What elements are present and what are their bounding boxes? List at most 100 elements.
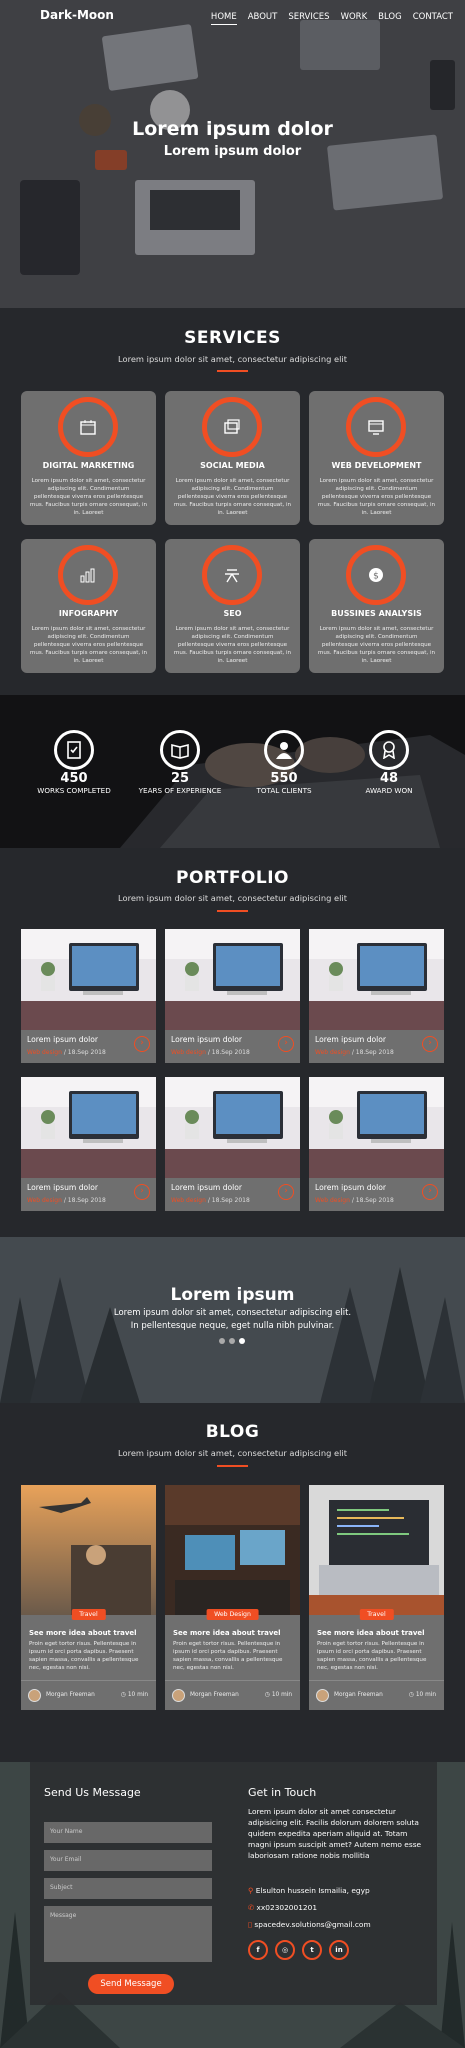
nav-work[interactable]: WORK [341,12,368,25]
blog-excerpt: Proin eget tortor risus. Pellentesque in… [29,1641,139,1671]
nav-services[interactable]: SERVICES [288,12,329,25]
portfolio-category[interactable]: Web design [171,1049,206,1056]
hero-subtitle: Lorem ipsum dolor [163,144,302,159]
main-nav: HOME ABOUT SERVICES WORK BLOG CONTACT [210,12,453,25]
portfolio-item-1[interactable]: Lorem ipsum dolor Web design / 18.Sep 201… [21,929,156,1063]
blog-post-title[interactable]: See more idea about travel [173,1629,281,1637]
read-time: ◷ 10 min [409,1692,436,1698]
service-card-business-analysis[interactable]: $ BUSSINES ANALYSIS Lorem ipsum dolor si… [309,539,444,673]
twitter-icon[interactable]: t [302,1940,322,1960]
blog-footer: Morgan Freeman ◷ 10 min [21,1680,156,1710]
portfolio-category[interactable]: Web design [171,1197,206,1204]
nav-home[interactable]: HOME [210,12,237,25]
blog-card-3[interactable]: Travel See more idea about travel Proin … [309,1485,444,1710]
clock-icon: ◷ [120,1692,128,1698]
stat-label: AWARD WON [365,786,413,795]
testimonial-line-1: Lorem ipsum dolor sit amet, consectetur … [113,1308,352,1318]
arrow-right-icon[interactable]: › [422,1184,438,1200]
nav-contact[interactable]: CONTACT [413,12,453,25]
contact-panel: Send Us Message Your Name Your Email Sub… [30,1762,437,2005]
testimonial-title: Lorem ipsum [170,1285,295,1305]
service-title: SEO [223,609,242,618]
blog-tag[interactable]: Web Design [206,1609,259,1620]
service-card-digital-marketing[interactable]: DIGITAL MARKETING Lorem ipsum dolor sit … [21,391,156,525]
service-card-infography[interactable]: INFOGRAPHY Lorem ipsum dolor sit amet, c… [21,539,156,673]
stat-value: 550 [270,771,298,786]
arrow-right-icon[interactable]: › [278,1184,294,1200]
address-row: ⚲ Elsulton hussein Ismailia, egyp [248,1886,370,1895]
email-text[interactable]: spacedev.solutions@gmail.com [254,1920,370,1929]
service-card-seo[interactable]: SEO Lorem ipsum dolor sit amet, consecte… [165,539,300,673]
dollar-gear-icon: $ [369,568,383,582]
portfolio-category[interactable]: Web design [27,1197,62,1204]
portfolio-item-5[interactable]: Lorem ipsum dolor Web design / 18.Sep 201… [165,1077,300,1211]
testimonial-line-2: In pellentesque neque, eget nulla nibh p… [130,1321,335,1331]
portfolio-item-title: Lorem ipsum dolor [315,1183,387,1192]
user-icon [276,742,292,759]
phone-text[interactable]: xx02302001201 [257,1903,317,1912]
services-subtitle: Lorem ipsum dolor sit amet, consectetur … [118,354,347,364]
portfolio-item-2[interactable]: Lorem ipsum dolor Web design / 18.Sep 201… [165,929,300,1063]
send-message-button[interactable]: Send Message [88,1974,174,1994]
blog-card-2[interactable]: Web Design See more idea about travel Pr… [165,1485,300,1710]
facebook-icon[interactable]: f [248,1940,268,1960]
blog-footer: Morgan Freeman ◷ 10 min [165,1680,300,1710]
location-pin-icon: ⚲ [248,1886,256,1895]
stat-value: 25 [170,771,190,786]
portfolio-image [21,1077,156,1178]
arrow-right-icon[interactable]: › [422,1036,438,1052]
stat-value: 450 [60,771,88,786]
calendar-icon [80,420,96,435]
blog-post-title[interactable]: See more idea about travel [317,1629,425,1637]
portfolio-item-meta: Web design / 18.Sep 2018 [315,1049,394,1056]
nav-blog[interactable]: BLOG [378,12,402,25]
portfolio-item-meta: Web design / 18.Sep 2018 [171,1197,250,1204]
service-card-social-media[interactable]: SOCIAL MEDIA Lorem ipsum dolor sit amet,… [165,391,300,525]
portfolio-category[interactable]: Web design [315,1049,350,1056]
portfolio-category[interactable]: Web design [315,1197,350,1204]
portfolio-item-3[interactable]: Lorem ipsum dolor Web design / 18.Sep 201… [309,929,444,1063]
portfolio-title: PORTFOLIO [175,868,289,888]
slider-dot-1[interactable] [219,1338,225,1344]
service-description: Lorem ipsum dolor sit amet, consectetur … [29,478,148,516]
arrow-right-icon[interactable]: › [134,1036,150,1052]
blog-tag[interactable]: Travel [359,1609,394,1620]
nav-about[interactable]: ABOUT [248,12,278,25]
blog-tag[interactable]: Travel [71,1609,106,1620]
slider-dot-2[interactable] [229,1338,235,1344]
slider-dot-3-active[interactable] [239,1338,245,1344]
phone-icon: ✆ [248,1903,257,1912]
linkedin-icon[interactable]: in [329,1940,349,1960]
service-title: WEB DEVELOPMENT [331,461,422,470]
portfolio-item-meta: Web design / 18.Sep 2018 [171,1049,250,1056]
portfolio-item-4[interactable]: Lorem ipsum dolor Web design / 18.Sep 201… [21,1077,156,1211]
service-card-web-development[interactable]: WEB DEVELOPMENT Lorem ipsum dolor sit am… [309,391,444,525]
portfolio-subtitle: Lorem ipsum dolor sit amet, consectetur … [118,893,347,903]
arrow-right-icon[interactable]: › [134,1184,150,1200]
blog-card-1[interactable]: Travel See more idea about travel Proin … [21,1485,156,1710]
info-text: Lorem ipsum dolor sit amet consectetur a… [248,1807,422,1860]
arrow-right-icon[interactable]: › [278,1036,294,1052]
portfolio-date: / 18.Sep 2018 [63,1049,106,1056]
award-icon [383,741,395,759]
service-title: SOCIAL MEDIA [200,461,265,470]
subject-field[interactable]: Subject [44,1878,212,1899]
form-title: Send Us Message [44,1786,141,1799]
laptop-code-image [309,1485,444,1615]
name-field[interactable]: Your Name [44,1822,212,1843]
portfolio-item-title: Lorem ipsum dolor [27,1035,99,1044]
avatar [28,1689,41,1702]
email-field[interactable]: Your Email [44,1850,212,1871]
instagram-icon[interactable]: ◎ [275,1940,295,1960]
blog-post-title[interactable]: See more idea about travel [29,1629,137,1637]
stat-label: TOTAL CLIENTS [256,786,312,795]
blog-author: Morgan Freeman [190,1692,239,1698]
blog-footer: Morgan Freeman ◷ 10 min [309,1680,444,1710]
forest-background-image [0,1237,465,1403]
portfolio-category[interactable]: Web design [27,1049,62,1056]
seo-icon [225,569,239,583]
portfolio-item-6[interactable]: Lorem ipsum dolor Web design / 18.Sep 201… [309,1077,444,1211]
message-field[interactable]: Message [44,1906,212,1962]
brand-logo[interactable]: Dark-Moon [40,8,114,22]
portfolio-item-meta: Web design / 18.Sep 2018 [315,1197,394,1204]
